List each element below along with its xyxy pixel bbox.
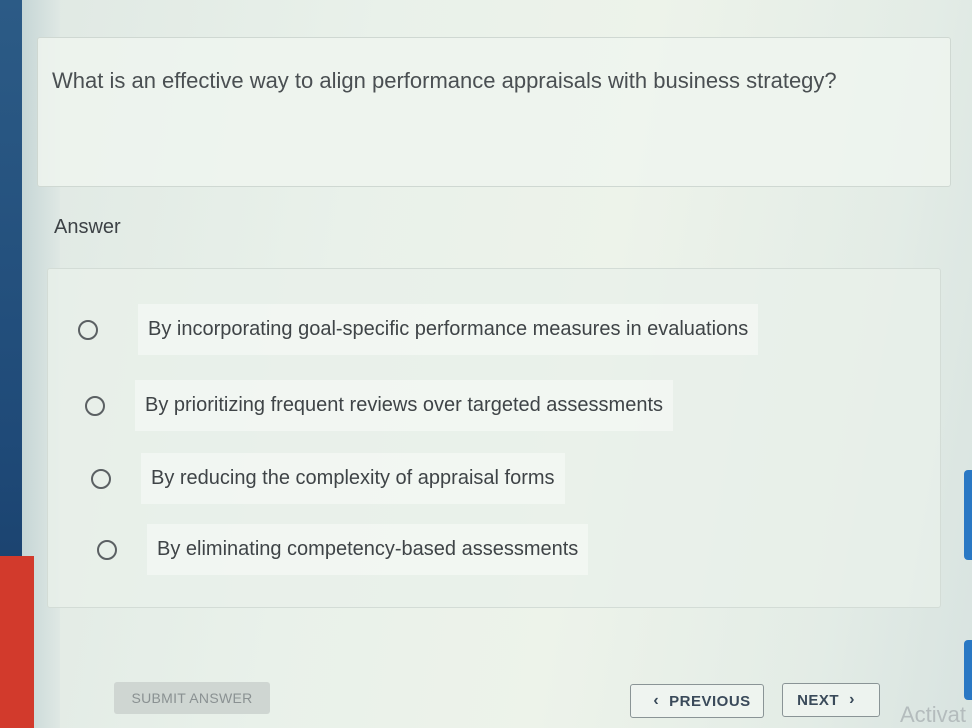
- radio-button[interactable]: [91, 468, 111, 489]
- question-text: What is an effective way to align perfor…: [52, 68, 837, 93]
- radio-button[interactable]: [97, 539, 117, 560]
- answer-option-1[interactable]: By incorporating goal-specific performan…: [78, 304, 759, 355]
- radio-button[interactable]: [78, 319, 98, 340]
- previous-button-label: PREVIOUS: [669, 692, 751, 710]
- answer-option-3[interactable]: By reducing the complexity of appraisal …: [91, 453, 565, 504]
- activate-windows-watermark: Activat: [900, 702, 967, 727]
- next-button[interactable]: NEXT ›: [782, 683, 880, 717]
- answer-option-label[interactable]: By eliminating competency-based assessme…: [147, 524, 589, 575]
- previous-button[interactable]: ‹ PREVIOUS: [630, 684, 764, 718]
- answer-option-label[interactable]: By reducing the complexity of appraisal …: [141, 453, 565, 504]
- answer-heading: Answer: [54, 216, 121, 238]
- answer-option-2[interactable]: By prioritizing frequent reviews over ta…: [85, 380, 674, 431]
- next-button-label: NEXT: [797, 691, 840, 709]
- question-card: What is an effective way to align perfor…: [37, 37, 951, 187]
- chevron-right-icon: ›: [849, 691, 855, 708]
- answer-option-4[interactable]: By eliminating competency-based assessme…: [97, 524, 589, 575]
- background-widget-edge-lower: [964, 640, 972, 700]
- background-widget-edge: [964, 470, 972, 560]
- answer-option-label[interactable]: By incorporating goal-specific performan…: [138, 304, 759, 355]
- radio-button[interactable]: [85, 395, 105, 416]
- background-app-edge: [0, 556, 34, 728]
- answer-option-label[interactable]: By prioritizing frequent reviews over ta…: [135, 380, 674, 431]
- submit-answer-button[interactable]: SUBMIT ANSWER: [114, 682, 270, 714]
- chevron-left-icon: ‹: [653, 692, 660, 709]
